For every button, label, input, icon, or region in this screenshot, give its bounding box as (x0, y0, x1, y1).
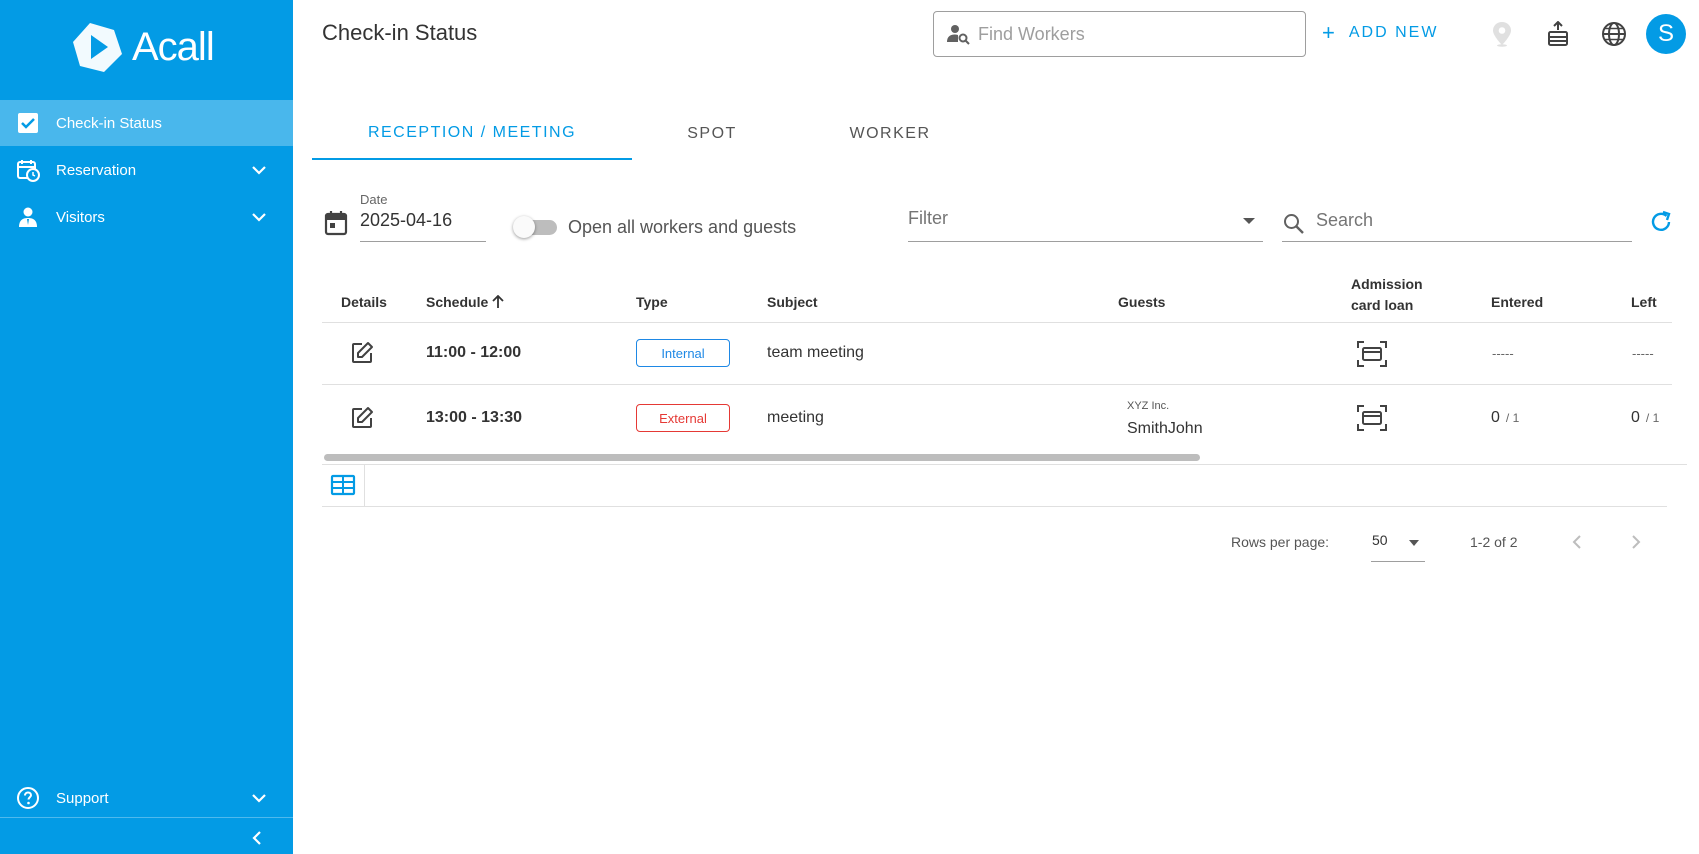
date-field[interactable]: 2025-04-16 (360, 210, 486, 242)
left-cell: ----- (1632, 346, 1654, 361)
sidebar-item-label: Visitors (56, 208, 105, 226)
user-avatar[interactable]: S (1646, 14, 1686, 54)
filter-select[interactable]: Filter (908, 208, 1263, 242)
acall-logo-icon (73, 23, 122, 72)
entered-count: 0 (1491, 409, 1500, 426)
person-search-icon (947, 25, 970, 45)
rows-per-page-value: 50 (1372, 532, 1388, 548)
entered-cell: ----- (1492, 346, 1514, 361)
sidebar: Acall Check-in Status Reservation Visito… (0, 0, 293, 854)
column-header-admission-line2: card loan (1351, 297, 1414, 313)
next-page-icon[interactable] (1626, 532, 1646, 552)
left-cell: 0 / 1 (1631, 409, 1659, 427)
horizontal-scrollbar[interactable] (324, 454, 1200, 461)
column-header-entered: Entered (1491, 294, 1544, 310)
column-header-type: Type (636, 294, 668, 310)
page-title: Check-in Status (322, 20, 478, 45)
filter-placeholder: Filter (908, 208, 948, 228)
chevron-down-icon[interactable] (249, 207, 269, 227)
schedule-cell: 11:00 - 12:00 (426, 344, 522, 361)
sort-ascending-icon (492, 295, 504, 308)
sidebar-item-label: Support (56, 789, 109, 807)
subject-cell: meeting (767, 409, 824, 426)
open-all-toggle[interactable] (513, 216, 559, 238)
tab-reception-meeting[interactable]: RECEPTION / MEETING (312, 108, 632, 160)
type-badge-external: External (636, 404, 730, 432)
date-label: Date (360, 192, 388, 207)
collapse-sidebar-icon[interactable] (247, 828, 267, 848)
type-badge-internal: Internal (636, 339, 730, 367)
search-icon (1284, 214, 1304, 234)
entered-total: / 1 (1505, 411, 1520, 425)
guest-name: SmithJohn (1127, 420, 1203, 437)
column-header-schedule-label: Schedule (426, 294, 489, 310)
visitor-icon (16, 205, 40, 229)
plus-icon: + (1322, 20, 1337, 45)
sidebar-item-support[interactable]: Support (0, 775, 293, 821)
row-divider (322, 384, 1672, 385)
location-pin-icon[interactable] (1488, 20, 1516, 48)
admission-card-icon[interactable] (1357, 341, 1387, 367)
add-new-label: ADD NEW (1348, 24, 1439, 41)
sidebar-item-reservation[interactable]: Reservation (0, 147, 293, 193)
find-workers-input[interactable] (978, 23, 1278, 45)
app-name: Acall (132, 24, 215, 69)
tab-worker[interactable]: WORKER (792, 108, 988, 160)
column-header-left: Left (1631, 294, 1657, 310)
left-total: / 1 (1645, 411, 1660, 425)
footer-divider-top (322, 464, 1687, 465)
subject-cell: team meeting (767, 344, 864, 361)
chevron-down-icon[interactable] (249, 160, 269, 180)
find-workers-box[interactable] (933, 11, 1306, 57)
refresh-icon[interactable] (1648, 209, 1674, 235)
edit-icon[interactable] (350, 406, 374, 430)
search-input[interactable] (1316, 210, 1616, 231)
column-header-admission-line1: Admission (1351, 276, 1423, 292)
column-header-details: Details (341, 294, 387, 310)
toggle-thumb (513, 216, 535, 238)
globe-icon[interactable] (1600, 20, 1628, 48)
sidebar-item-visitors[interactable]: Visitors (0, 194, 293, 240)
admission-card-icon[interactable] (1357, 405, 1387, 431)
calendar-icon[interactable] (324, 210, 348, 236)
previous-page-icon[interactable] (1567, 532, 1587, 552)
column-header-guests: Guests (1118, 294, 1166, 310)
edit-icon[interactable] (350, 341, 374, 365)
sidebar-item-label: Check-in Status (56, 114, 162, 132)
dropdown-arrow-icon (1409, 540, 1419, 546)
tab-spot[interactable]: SPOT (632, 108, 792, 160)
rows-per-page-select[interactable]: 50 (1371, 530, 1425, 562)
column-header-admission-card-loan: Admission card loan (1351, 274, 1423, 316)
schedule-cell: 13:00 - 13:30 (426, 409, 523, 426)
search-box[interactable] (1282, 208, 1632, 242)
guest-company: XYZ Inc. (1127, 400, 1170, 412)
chevron-down-icon[interactable] (249, 788, 269, 808)
checkbox-icon (16, 111, 40, 135)
footer-divider-bottom (322, 506, 1667, 507)
calendar-clock-icon (16, 158, 40, 182)
app-logo[interactable]: Acall (70, 18, 215, 76)
grid-divider (364, 464, 365, 507)
help-circle-icon (16, 786, 40, 810)
table-layout-icon[interactable] (330, 474, 356, 496)
left-count: 0 (1631, 409, 1640, 426)
dropdown-arrow-icon (1243, 218, 1255, 224)
column-header-schedule[interactable]: Schedule (426, 294, 505, 310)
sidebar-item-check-in-status[interactable]: Check-in Status (0, 100, 293, 146)
add-new-button[interactable]: + ADD NEW (1322, 22, 1438, 44)
sidebar-item-label: Reservation (56, 161, 137, 179)
rows-per-page-label: Rows per page: (1231, 534, 1330, 550)
open-all-label: Open all workers and guests (568, 217, 797, 237)
column-header-subject: Subject (767, 294, 818, 310)
sidebar-divider (0, 817, 293, 818)
header-divider (322, 322, 1672, 323)
page-range: 1-2 of 2 (1470, 534, 1518, 550)
checkout-tray-icon[interactable] (1544, 20, 1572, 48)
entered-cell: 0 / 1 (1491, 409, 1519, 427)
tab-bar: RECEPTION / MEETING SPOT WORKER (312, 108, 988, 160)
